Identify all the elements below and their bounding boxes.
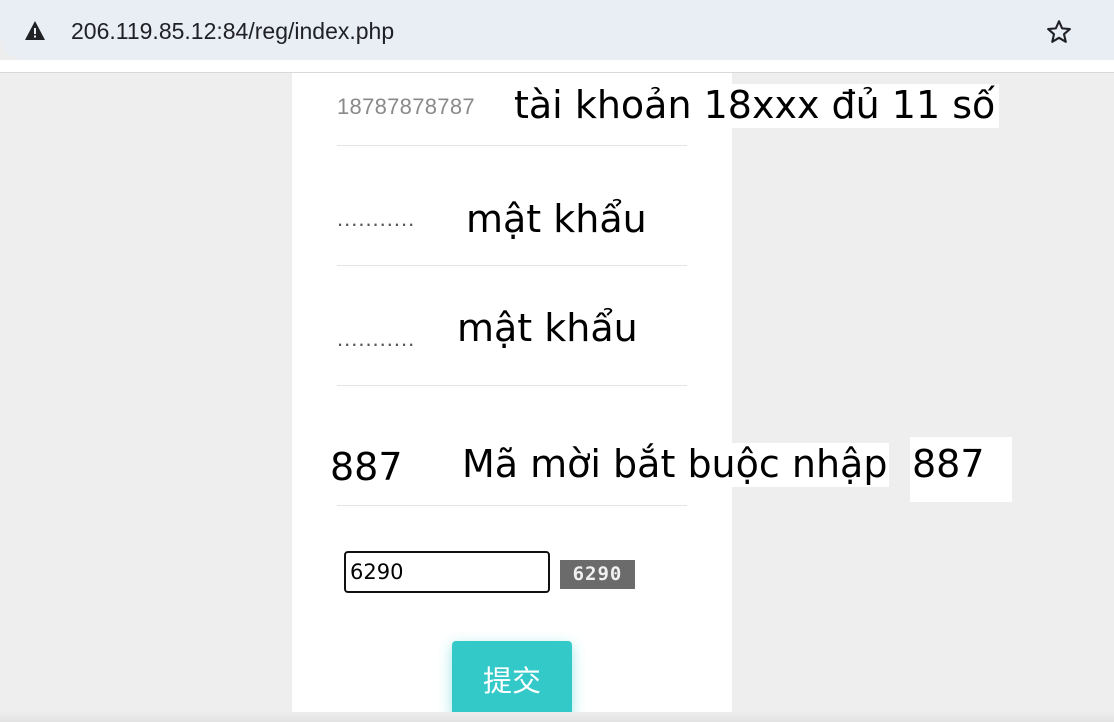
account-note: tài khoản 18xxx đủ 11 số [510,83,1000,128]
star-icon[interactable] [1045,18,1073,46]
bottom-edge [0,712,1114,722]
account-input[interactable]: 18787878787 [337,94,475,120]
captcha-input[interactable] [344,551,550,593]
captcha-image[interactable]: 6290 [560,560,635,589]
password-input[interactable]: ........... [337,206,415,232]
registration-form-panel [292,73,732,722]
row-divider [337,145,687,146]
warning-triangle-icon[interactable] [24,20,46,42]
invite-code-input[interactable]: 887 [330,445,409,489]
url-text[interactable]: 206.119.85.12:84/reg/index.php [71,14,394,48]
confirm-password-input[interactable]: ........... [337,326,415,352]
row-divider [337,265,687,266]
invite-code-note-value: 887 [912,442,985,487]
toolbar-divider [0,60,1114,73]
address-bar[interactable]: 206.119.85.12:84/reg/index.php [0,0,1114,60]
submit-button[interactable]: 提交 [452,641,572,716]
row-divider [337,505,687,506]
confirm-password-note: mật khẩu [455,306,640,351]
row-divider [337,385,687,386]
password-note: mật khẩu [464,197,649,242]
invite-code-note: Mã mời bắt buộc nhập [460,442,890,487]
